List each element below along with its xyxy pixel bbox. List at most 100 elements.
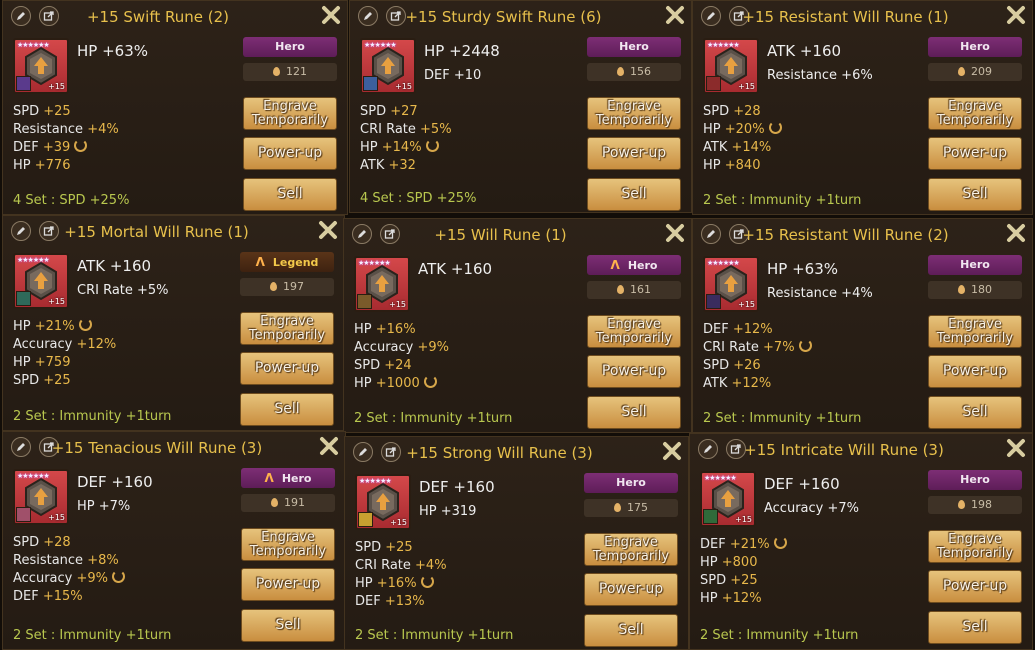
substat-row: DEF +12% [703, 321, 812, 339]
sell-button[interactable]: Sell [240, 393, 334, 426]
upgrade-level: +15 [48, 82, 65, 91]
grade-label: Hero [619, 40, 649, 53]
engrave-temporarily-button[interactable]: Engrave Temporarily [587, 97, 681, 130]
grade-label: Hero [960, 473, 990, 486]
substat-value: +759 [34, 355, 71, 370]
rune-title: +15 Will Rune (1) [434, 226, 567, 244]
substat-value: +25 [730, 573, 758, 588]
power-up-button[interactable]: Power-up [928, 355, 1022, 388]
close-icon[interactable] [319, 436, 339, 456]
close-icon[interactable] [662, 441, 682, 461]
substat-value: +5% [420, 122, 452, 137]
substat-value: +21% [34, 319, 75, 334]
substat-row: HP +776 [13, 157, 119, 175]
sell-price: 191 [241, 494, 335, 512]
close-icon[interactable] [665, 5, 685, 25]
sell-button[interactable]: Sell [243, 178, 337, 211]
close-icon[interactable] [1006, 438, 1026, 458]
star-rating: ★★★★★★ [707, 41, 740, 49]
sell-button[interactable]: Sell [241, 609, 335, 642]
substat-list: DEF +21% HP +800 SPD +25 HP +12% [700, 536, 787, 608]
power-up-button[interactable]: Power-up [587, 137, 681, 170]
close-icon[interactable] [1006, 223, 1026, 243]
slot-3-rune-icon: ★★★★★★ +15 [700, 471, 756, 527]
substat-name: HP [13, 319, 31, 334]
upgrade-level: +15 [48, 297, 65, 306]
close-icon[interactable] [321, 5, 341, 25]
power-up-button[interactable]: Power-up [584, 573, 678, 606]
sell-button[interactable]: Sell [928, 611, 1022, 644]
main-stat: ATK +160 [418, 260, 493, 278]
substat-name: ATK [703, 140, 728, 155]
substat-list: HP +16% Accuracy +9% SPD +24 HP +1000 [354, 321, 449, 393]
rune-title: +15 Strong Will Rune (3) [406, 444, 593, 462]
substat-value: +32 [388, 158, 416, 173]
main-stat: ATK +160 [767, 42, 842, 60]
substat-name: DEF [355, 594, 381, 609]
engrave-temporarily-button[interactable]: Engrave Temporarily [240, 312, 334, 345]
equipped-monster-icon[interactable] [706, 76, 721, 91]
sell-button[interactable]: Sell [584, 614, 678, 647]
innate-stat: HP +7% [77, 499, 131, 514]
substat-value: +4% [87, 122, 119, 137]
engrave-temporarily-button[interactable]: Engrave Temporarily [928, 530, 1022, 563]
substat-row: HP +1000 [354, 375, 449, 393]
substat-list: SPD +27 CRI Rate +5% HP +14% ATK +32 [360, 103, 452, 175]
equipped-monster-icon[interactable] [363, 76, 378, 91]
equipped-monster-icon[interactable] [706, 294, 721, 309]
substat-row: CRI Rate +7% [703, 339, 812, 357]
engrave-temporarily-button[interactable]: Engrave Temporarily [928, 97, 1022, 130]
substat-value: +16% [375, 322, 416, 337]
mana-drop-icon [958, 67, 965, 76]
power-up-button[interactable]: Power-up [928, 570, 1022, 603]
substat-name: HP [703, 122, 721, 137]
substat-name: SPD [354, 358, 381, 373]
substat-value: +8% [87, 553, 119, 568]
grade-label: Hero [275, 40, 305, 53]
sell-button[interactable]: Sell [928, 396, 1022, 429]
engrave-temporarily-button[interactable]: Engrave Temporarily [928, 315, 1022, 348]
substat-name: SPD [355, 540, 382, 555]
substat-name: CRI Rate [355, 558, 411, 573]
engrave-temporarily-button[interactable]: Engrave Temporarily [241, 528, 335, 561]
substat-row: SPD +26 [703, 357, 812, 375]
engrave-temporarily-button[interactable]: Engrave Temporarily [587, 315, 681, 348]
substat-value: +28 [733, 104, 761, 119]
grade-label: Legend [272, 256, 319, 269]
equipped-monster-icon[interactable] [16, 507, 31, 522]
power-up-button[interactable]: Power-up [241, 568, 335, 601]
sell-button[interactable]: Sell [928, 178, 1022, 211]
equipped-monster-icon[interactable] [358, 512, 373, 527]
innate-stat: Accuracy +7% [764, 501, 859, 516]
set-bonus: 2 Set : Immunity +1turn [703, 411, 862, 426]
equipped-monster-icon[interactable] [703, 509, 718, 524]
sell-button[interactable]: Sell [587, 396, 681, 429]
power-up-button[interactable]: Power-up [928, 137, 1022, 170]
substat-row: Accuracy +9% [354, 339, 449, 357]
equipped-monster-icon[interactable] [16, 76, 31, 91]
set-bonus: 2 Set : Immunity +1turn [13, 409, 172, 424]
engrave-temporarily-button[interactable]: Engrave Temporarily [584, 533, 678, 566]
equipped-monster-icon[interactable] [16, 291, 31, 306]
substat-name: HP [13, 355, 31, 370]
substat-row: DEF +15% [13, 588, 125, 606]
engrave-temporarily-button[interactable]: Engrave Temporarily [243, 97, 337, 130]
sell-button[interactable]: Sell [587, 178, 681, 211]
power-up-button[interactable]: Power-up [587, 355, 681, 388]
substat-value: +28 [43, 535, 71, 550]
substat-name: HP [700, 555, 718, 570]
substat-value: +20% [724, 122, 765, 137]
substat-row: DEF +21% [700, 536, 787, 554]
close-icon[interactable] [318, 220, 338, 240]
substat-value: +13% [384, 594, 425, 609]
rune-card: +15 Intricate Will Rune (3) ★★★★★★ +15 D… [689, 433, 1033, 650]
equipped-monster-icon[interactable] [357, 294, 372, 309]
power-up-button[interactable]: Power-up [240, 352, 334, 385]
close-icon[interactable] [1006, 5, 1026, 25]
substat-value: +25 [43, 104, 71, 119]
close-icon[interactable] [665, 223, 685, 243]
substat-name: Resistance [13, 553, 84, 568]
power-up-button[interactable]: Power-up [243, 137, 337, 170]
grade-badge: ᐱ Hero [241, 468, 335, 488]
grade-badge: ᐱ Hero [587, 255, 681, 275]
